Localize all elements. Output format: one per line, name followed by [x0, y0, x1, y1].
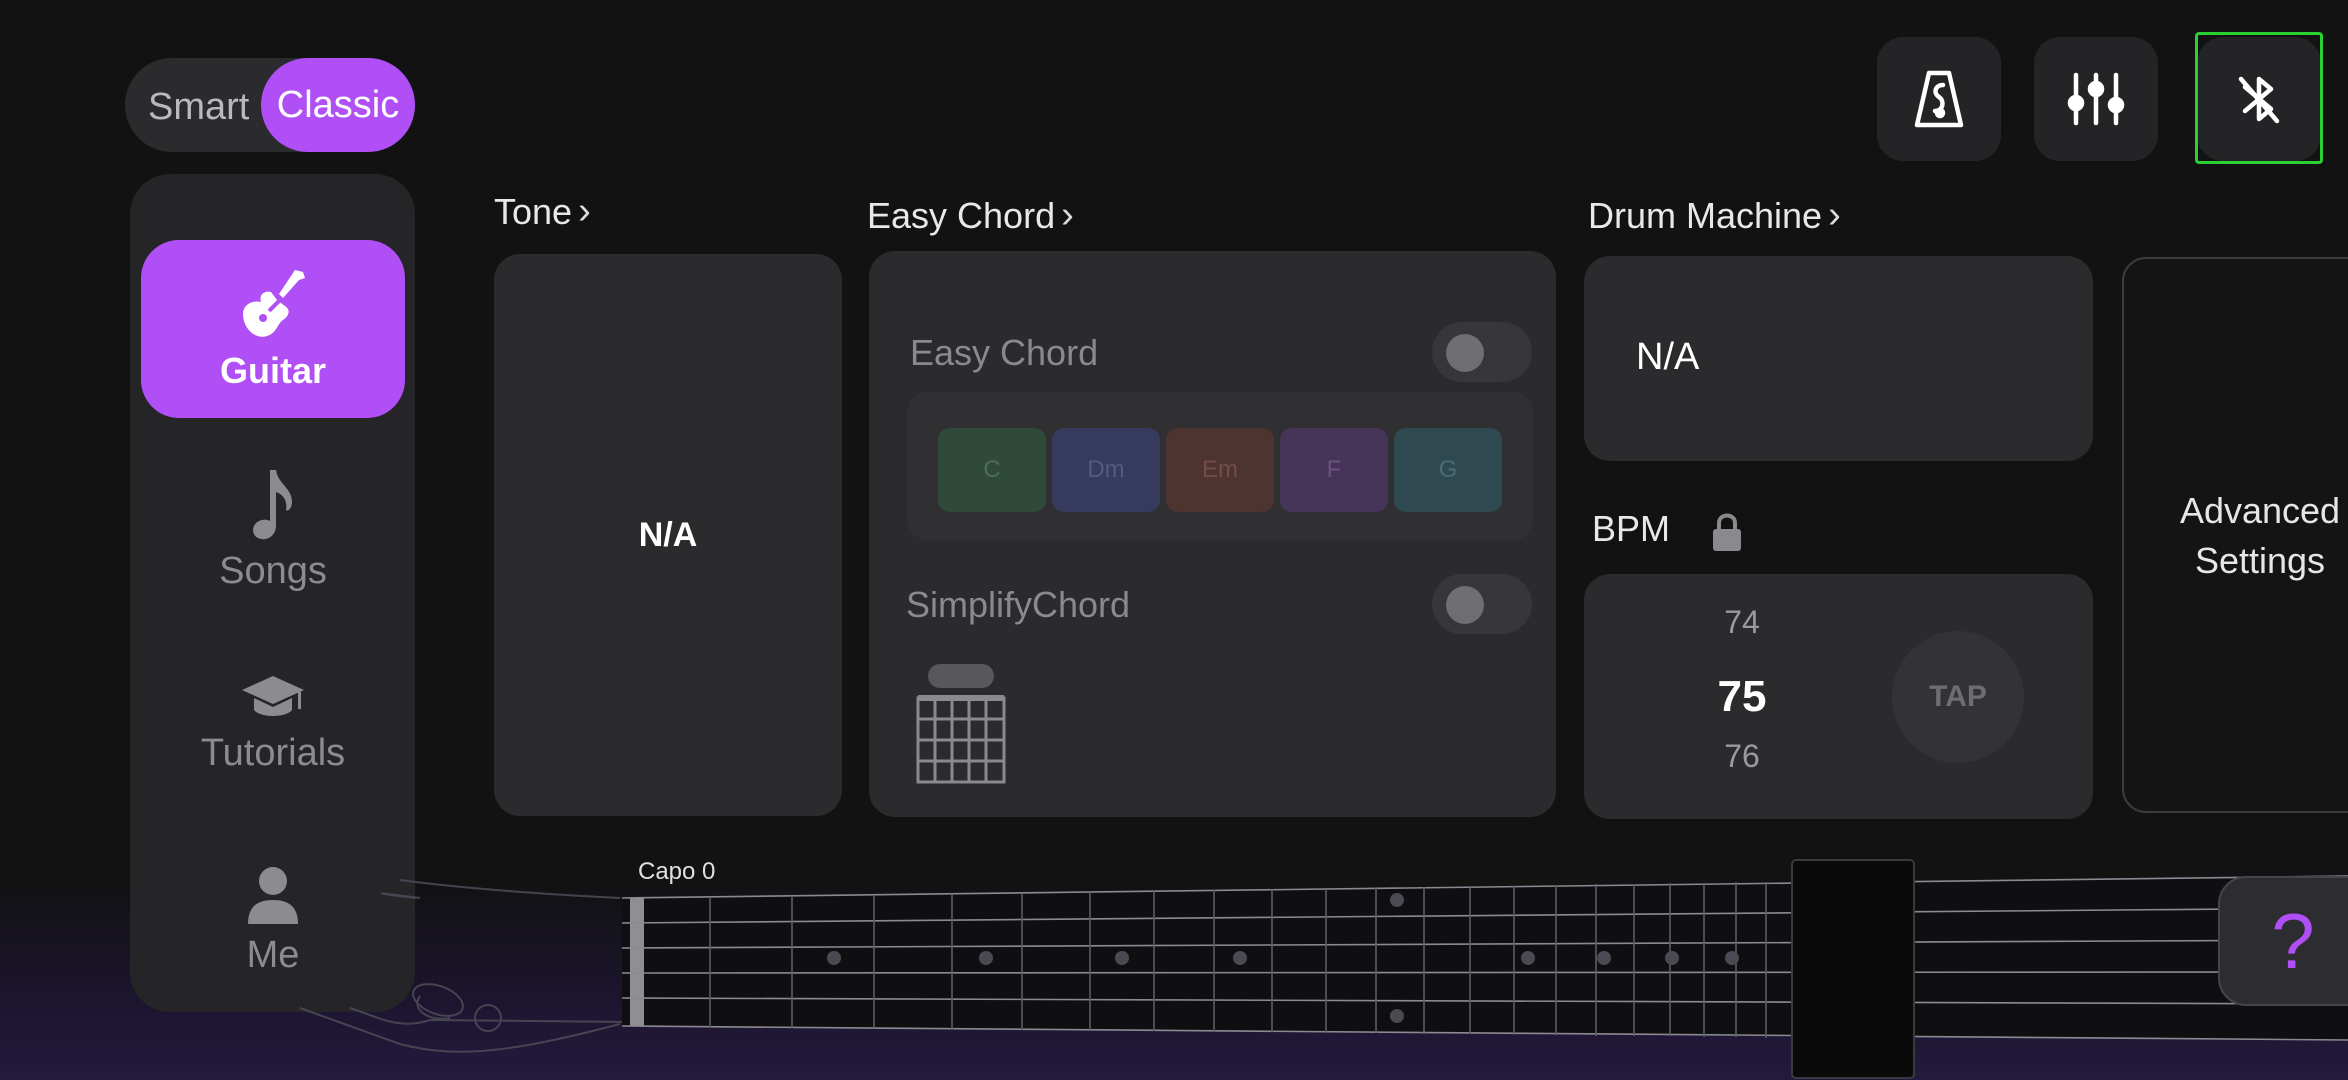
- advanced-settings-line2: Settings: [2194, 540, 2326, 581]
- fretboard[interactable]: [0, 840, 2348, 1080]
- bluetooth-highlight: [2195, 32, 2323, 164]
- advanced-settings-label: Advanced Settings: [2160, 486, 2348, 586]
- bpm-label: BPM: [1592, 508, 1671, 549]
- easy-chord-toggle[interactable]: [1432, 322, 1532, 382]
- chevron-right-icon: ›: [1061, 194, 1074, 236]
- chord-key-c[interactable]: C: [938, 428, 1046, 512]
- chevron-right-icon: ›: [578, 190, 591, 232]
- bpm-current-value[interactable]: 75: [1682, 672, 1802, 722]
- tone-value: N/A: [638, 515, 698, 554]
- sidebar-item-songs[interactable]: Songs: [141, 466, 405, 593]
- chord-diagram-icon: [916, 664, 1006, 784]
- mode-classic-option[interactable]: Classic: [261, 58, 415, 152]
- bpm-prev-value[interactable]: 74: [1682, 604, 1802, 641]
- advanced-settings-line1: Advanced: [2179, 490, 2341, 531]
- metronome-icon: [1914, 70, 1964, 128]
- mixer-button[interactable]: [2034, 37, 2158, 161]
- sidebar-item-label: Songs: [219, 550, 327, 592]
- sliders-icon: [2067, 72, 2125, 126]
- drum-machine-header[interactable]: Drum Machine ›: [1588, 194, 1841, 237]
- drum-machine-card[interactable]: N/A: [1584, 256, 2093, 461]
- sidebar-item-label: Tutorials: [200, 732, 346, 774]
- mode-smart-option[interactable]: Smart: [148, 82, 249, 132]
- music-note-icon: [253, 470, 292, 540]
- drum-machine-value: N/A: [1636, 336, 1700, 378]
- chord-key-dm[interactable]: Dm: [1052, 428, 1160, 512]
- sidebar-item-guitar-content[interactable]: Guitar: [141, 268, 405, 392]
- electric-guitar-icon: [243, 270, 305, 337]
- bpm-next-value[interactable]: 76: [1682, 738, 1802, 775]
- tone-card[interactable]: N/A: [494, 254, 842, 816]
- tone-header[interactable]: Tone ›: [494, 190, 591, 233]
- tap-button[interactable]: TAP: [1892, 631, 2024, 763]
- sidebar-item-tutorials[interactable]: Tutorials: [141, 674, 405, 775]
- easy-chord-toggle-label: Easy Chord: [910, 332, 1099, 373]
- metronome-button[interactable]: [1877, 37, 2001, 161]
- drum-machine-title: Drum Machine: [1588, 194, 1823, 236]
- tone-title: Tone: [494, 190, 573, 232]
- sidebar-item-label: Guitar: [219, 350, 326, 391]
- lock-icon[interactable]: [1711, 511, 1743, 553]
- toggle-knob: [1446, 334, 1484, 372]
- graduation-cap-icon: [242, 676, 304, 716]
- chevron-right-icon: ›: [1828, 194, 1841, 236]
- easy-chord-header[interactable]: Easy Chord ›: [867, 194, 1074, 237]
- simplify-chord-label: SimplifyChord: [906, 584, 1131, 625]
- chord-key-f[interactable]: F: [1280, 428, 1388, 512]
- chord-key-em[interactable]: Em: [1166, 428, 1274, 512]
- toggle-knob: [1446, 586, 1484, 624]
- help-button[interactable]: ?: [2218, 876, 2348, 1006]
- easy-chord-title: Easy Chord: [867, 194, 1056, 236]
- chord-key-g[interactable]: G: [1394, 428, 1502, 512]
- simplify-chord-toggle[interactable]: [1432, 574, 1532, 634]
